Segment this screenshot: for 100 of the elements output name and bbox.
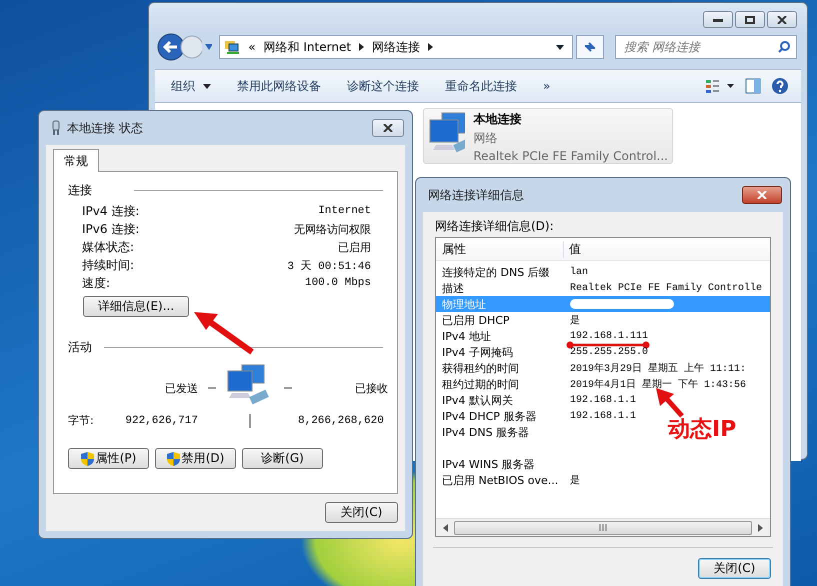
details-button[interactable]: 详细信息(E)... [83,296,189,317]
property-cell-text: IPv4 DHCP 服务器 [441,408,538,424]
dialog-title: 网络连接详细信息 [428,186,524,204]
property-cell-text: 连接特定的 DNS 后缀 [441,264,551,280]
property-cell-text: IPv4 WINS 服务器 [441,456,536,472]
value-cell-text: 2019年4月1日 星期一 下午 1:43:56 [570,378,746,391]
list-row[interactable]: IPv4 子网掩码 255.255.255.0 [436,344,654,360]
list-row[interactable]: 描述 Realtek PCIe FE Family Controlle [436,280,768,296]
field-label: IPv4 连接: [82,202,140,220]
property-cell-text: IPv4 默认网关 [441,392,514,408]
value-cell-text: 是 [570,314,580,327]
network-name: 网络 [473,130,498,147]
property-cell-text: 物理地址 [441,296,487,312]
group-heading: 活动 [68,339,92,356]
toolbar-button[interactable]: 诊断这个连接 [339,74,427,98]
value-cell-text: 是 [570,474,580,487]
action-button[interactable]: 诊断(G) [242,448,323,469]
close-button[interactable] [767,11,797,28]
address-bar[interactable]: « 网络和 Internet 网络连接 [219,35,574,59]
value-cell: Realtek PCIe FE Family Controlle [570,282,762,294]
network-plug-icon [51,120,61,136]
list-row[interactable]: 租约过期的时间 2019年4月1日 星期一 下午 1:43:56 [436,376,752,392]
list-row[interactable]: 获得租约的时间 2019年3月29日 星期五 上午 11:11: [436,360,752,376]
list-row[interactable]: 已启用 NetBIOS ove... 是 [436,472,586,488]
property-cell-text: 描述 [441,280,465,296]
value-cell: 192.168.1.1 [570,394,636,406]
maximize-button[interactable] [735,11,765,28]
search-field[interactable]: 搜索 网络连接 [614,35,797,59]
list-row[interactable]: IPv4 地址 192.168.1.111 [436,328,654,344]
adapter-tile[interactable]: 本地连接 网络 Realtek PCIe FE Family Control... [423,108,673,164]
value-cell: lan [570,266,588,278]
maximize-icon [745,16,755,24]
toolbar-button[interactable]: 重命名此连接 [437,74,525,98]
adapter-device: Realtek PCIe FE Family Control... [473,149,668,163]
close-dialog-button[interactable]: 关闭(C) [698,558,771,579]
action-button[interactable]: 属性(P) [68,448,149,469]
shield-icon [166,452,180,466]
close-icon [383,124,393,132]
property-cell-text: IPv4 地址 [441,328,492,344]
breadcrumb-item[interactable]: 网络和 Internet [264,38,352,56]
field-value: 已启用 [338,240,371,254]
property-cell-text: IPv4 子网掩码 [441,344,514,360]
field-label: IPv6 连接: [82,220,140,238]
caret-icon[interactable] [204,44,212,50]
chevron-right-icon[interactable] [428,43,434,51]
dropdown-caret-icon[interactable] [556,44,564,50]
property-cell-text: 获得租约的时间 [441,360,520,376]
sent-label: 已发送 [165,380,199,396]
property-cell-text: 已启用 DHCP [441,312,511,328]
list-row[interactable]: IPv4 DNS 服务器 [436,424,576,440]
close-button[interactable] [742,186,782,204]
breadcrumb-overflow[interactable]: « [248,40,256,54]
bytes-label: 字节: [68,413,95,428]
column-header[interactable]: 属性 [436,240,564,258]
more-commands-button[interactable]: » [535,75,558,97]
bytes-sent: 922,626,717 [125,414,199,426]
refresh-button[interactable] [576,35,604,59]
back-arrow-icon[interactable] [157,33,183,61]
minimize-button[interactable] [703,11,733,28]
breadcrumb-item[interactable]: 网络连接 [372,38,420,56]
minimize-icon [713,18,723,22]
horizontal-scrollbar[interactable] [436,518,770,536]
forward-arrow-icon[interactable] [180,35,202,59]
search-icon [778,41,790,53]
preview-pane-icon[interactable] [745,78,761,94]
toolbar-button[interactable]: 组织 [163,74,219,98]
field-value: 无网络访问权限 [294,222,371,236]
list-row[interactable]: 已启用 DHCP 是 [436,312,586,328]
close-icon [757,191,767,199]
field-value: 3 天 00:51:46 [287,259,371,272]
close-dialog-button[interactable]: 关闭(C) [325,502,398,523]
caret-icon [203,84,211,88]
close-button[interactable] [372,119,404,137]
tab[interactable]: 常规 [53,149,99,172]
field-label: 媒体状态: [82,238,134,256]
field-value: 100.0 Mbps [304,277,371,289]
scroll-left-icon[interactable] [442,524,448,532]
shield-icon [80,452,94,466]
list-row[interactable]: IPv4 WINS 服务器 [436,456,576,472]
column-header[interactable]: 值 [564,240,581,258]
received-label: 已接收 [354,380,388,396]
list-label: 网络连接详细信息(D): [435,218,555,235]
property-cell-text: 租约过期的时间 [441,376,520,392]
field-label: 速度: [82,274,110,292]
value-cell-text: 2019年3月29日 星期五 上午 11:11: [570,362,746,375]
value-cell: 255.255.255.0 [570,346,648,358]
list-row[interactable]: IPv4 默认网关 192.168.1.1 [436,392,642,408]
chevron-right-icon[interactable] [359,43,364,51]
property-cell-text: 已启用 NetBIOS ove... [441,472,560,488]
help-icon[interactable] [771,77,789,95]
adapter-name: 本地连接 [473,111,522,128]
view-options-icon[interactable] [705,78,735,94]
scroll-right-icon[interactable] [758,524,764,532]
field-label: 持续时间: [82,256,134,274]
list-row[interactable]: 连接特定的 DNS 后缀 lan [436,264,594,280]
list-row[interactable]: IPv4 DHCP 服务器 192.168.1.1 [436,408,642,424]
action-button[interactable]: 禁用(D) [155,448,236,469]
field-value: Internet [318,205,371,217]
refresh-icon [583,40,598,54]
toolbar-button[interactable]: 禁用此网络设备 [229,74,329,98]
